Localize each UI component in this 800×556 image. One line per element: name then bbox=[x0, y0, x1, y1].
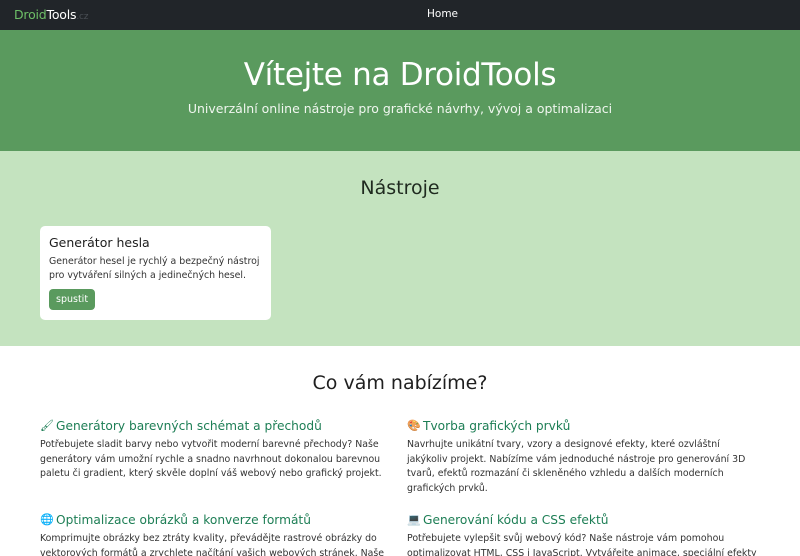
feature-text: Potřebujete vylepšit svůj webový kód? Na… bbox=[407, 533, 757, 556]
palette-icon: 🎨 bbox=[407, 419, 421, 432]
navbar: DroidTools.cz Home bbox=[0, 0, 800, 30]
hero-subtitle: Univerzální online nástroje pro grafické… bbox=[187, 101, 613, 116]
tool-card-title: Generátor hesla bbox=[49, 235, 150, 250]
launch-button[interactable]: spustit bbox=[49, 289, 96, 310]
globe-icon: 🌐 bbox=[40, 513, 54, 526]
hero-section: Vítejte na DroidTools Univerzální online… bbox=[0, 30, 800, 151]
tool-card-password-generator: Generátor hesla Generátor hesel je rychl… bbox=[40, 226, 271, 320]
laptop-icon: 💻 bbox=[407, 513, 421, 526]
brand-suffix: .cz bbox=[76, 12, 89, 22]
feature-title-text: Generování kódu a CSS efektů bbox=[423, 513, 609, 527]
offer-heading: Co vám nabízíme? bbox=[312, 372, 488, 394]
brand-logo[interactable]: DroidTools.cz bbox=[14, 7, 88, 22]
brand-part-tools: Tools bbox=[46, 7, 77, 22]
nav-home-link[interactable]: Home bbox=[427, 8, 458, 20]
feature-title-text: Generátory barevných schémat a přechodů bbox=[56, 419, 322, 433]
brand-part-droid: Droid bbox=[14, 7, 47, 22]
feature-text: Potřebujete sladit barvy nebo vytvořit m… bbox=[40, 439, 382, 479]
feature-color-schemes: 🖌 Generátory barevných schémat a přechod… bbox=[40, 419, 395, 482]
feature-title: 🖌 Generátory barevných schémat a přechod… bbox=[40, 419, 395, 433]
tool-card-description: Generátor hesel je rychlý a bezpečný nás… bbox=[49, 256, 260, 281]
paintbrush-icon: 🖌 bbox=[40, 419, 54, 432]
feature-title: 🎨 Tvorba grafických prvků bbox=[407, 419, 762, 433]
hero-title: Vítejte na DroidTools bbox=[243, 57, 557, 93]
feature-title-text: Optimalizace obrázků a konverze formátů bbox=[56, 513, 311, 527]
feature-image-optimization: 🌐 Optimalizace obrázků a konverze formát… bbox=[40, 513, 395, 556]
offer-section: Co vám nabízíme? 🖌 Generátory barevných … bbox=[0, 346, 800, 556]
feature-title-text: Tvorba grafických prvků bbox=[423, 419, 571, 433]
tools-section: Nástroje Generátor hesla Generátor hesel… bbox=[0, 151, 800, 346]
feature-text: Komprimujte obrázky bez ztráty kvality, … bbox=[40, 533, 385, 556]
feature-code-generation: 💻 Generování kódu a CSS efektů Potřebuje… bbox=[407, 513, 762, 556]
feature-title: 💻 Generování kódu a CSS efektů bbox=[407, 513, 762, 527]
feature-text: Navrhujte unikátní tvary, vzory a design… bbox=[407, 439, 746, 494]
feature-graphic-elements: 🎨 Tvorba grafických prvků Navrhujte unik… bbox=[407, 419, 762, 496]
feature-title: 🌐 Optimalizace obrázků a konverze formát… bbox=[40, 513, 395, 527]
tools-heading: Nástroje bbox=[360, 177, 440, 199]
